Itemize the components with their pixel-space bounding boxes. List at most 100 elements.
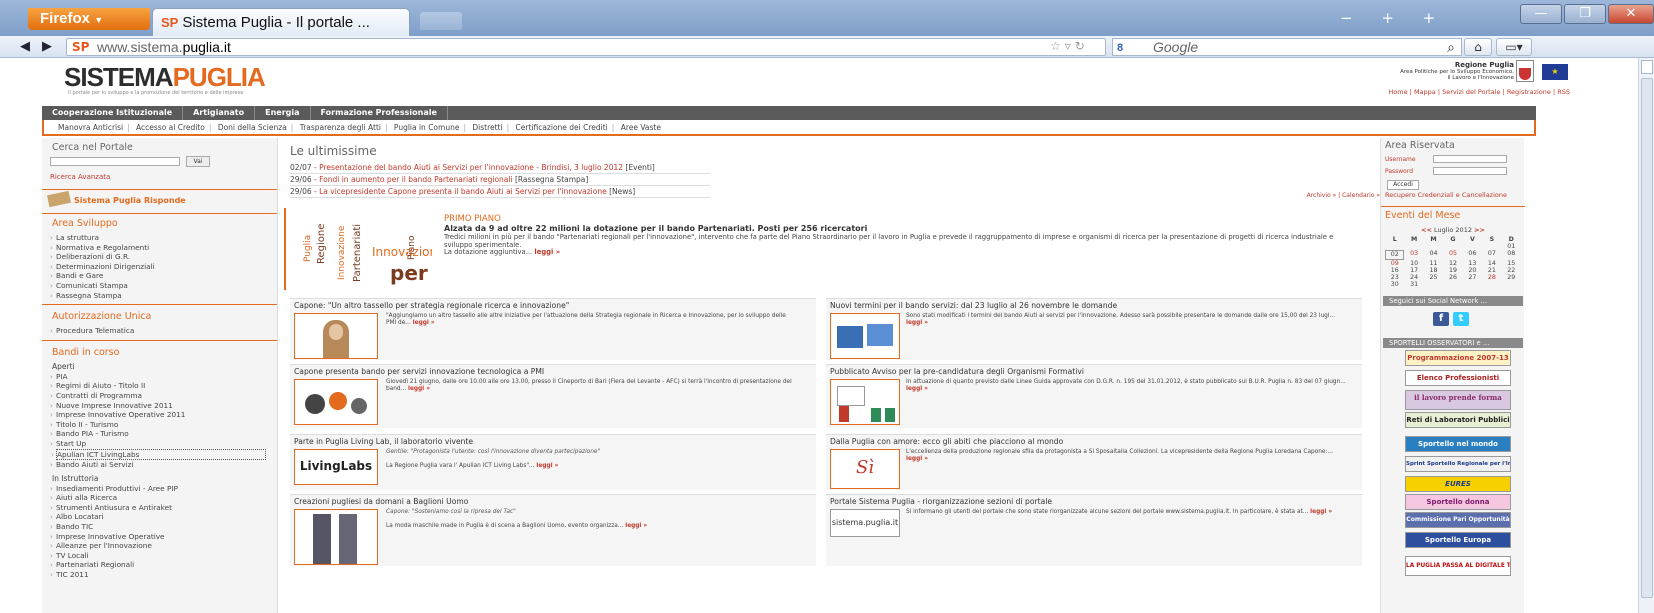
home-button[interactable]: ⌂ <box>1464 38 1492 56</box>
sidebar-item[interactable]: TIC 2011 <box>50 570 277 580</box>
search-go-button[interactable]: Vai <box>186 156 210 167</box>
archivio-calendario-links[interactable]: Archivio » | Calendario » <box>1307 192 1380 199</box>
card-title[interactable]: Nuovi termini per il bando servizi: dal … <box>830 301 1117 310</box>
cal-day[interactable]: 26 <box>1443 274 1462 281</box>
cal-day[interactable]: 16 <box>1385 267 1404 274</box>
sidebar-item[interactable]: Imprese Innovative Operative 2011 <box>50 410 277 420</box>
sidebar-item[interactable]: Imprese Innovative Operative <box>50 532 277 542</box>
menu-distretti[interactable]: Distretti <box>472 123 502 132</box>
card-title[interactable]: Capone: "Un altro tassello per strategia… <box>294 301 569 310</box>
cal-day[interactable]: 14 <box>1482 260 1501 267</box>
cal-day[interactable]: 21 <box>1482 267 1501 274</box>
leggi-link[interactable]: leggi » <box>906 386 928 392</box>
puzzle-icon[interactable] <box>830 313 900 359</box>
cal-day[interactable]: 10 <box>1404 260 1423 267</box>
primo-piano-headline[interactable]: Alzata da 9 ad oltre 22 milioni la dotaz… <box>444 224 867 233</box>
cal-day[interactable]: 11 <box>1424 260 1443 267</box>
twitter-icon[interactable]: t <box>1453 312 1469 326</box>
vertical-scrollbar[interactable] <box>1638 58 1654 613</box>
toplink-mappa[interactable]: Mappa <box>1414 88 1436 96</box>
si-sposa-logo[interactable]: Sì <box>830 449 900 489</box>
menu-trasparenza[interactable]: Trasparenza degli Atti <box>300 123 381 132</box>
sistema-puglia-logo[interactable]: sistema.puglia.it <box>830 509 900 537</box>
portal-search-input[interactable] <box>50 157 180 166</box>
card-title[interactable]: Parte in Puglia Living Lab, il laborator… <box>294 437 473 446</box>
sidebar-item[interactable]: Bando PIA - Turismo <box>50 429 277 439</box>
banner-pari-opportunita[interactable]: Commissione Pari Opportunità <box>1405 512 1511 528</box>
banner-il-lavoro[interactable]: il lavoro prende forma <box>1405 390 1511 410</box>
cal-day[interactable]: 08 <box>1502 250 1521 259</box>
sidebar-item[interactable]: Comunicati Stampa <box>50 281 277 291</box>
cal-day[interactable]: 03 <box>1404 250 1423 259</box>
menu-puglia-comune[interactable]: Puglia in Comune <box>394 123 460 132</box>
cal-day[interactable]: 20 <box>1463 267 1482 274</box>
news-item[interactable]: 29/06 - Fondi in aumento per il bando Pa… <box>290 174 710 186</box>
forward-icon[interactable]: ▶ <box>42 39 52 54</box>
sidebar-item[interactable]: Normativa e Regolamenti <box>50 243 277 253</box>
cal-day[interactable]: 22 <box>1502 267 1521 274</box>
sidebar-item[interactable]: Partenariati Regionali <box>50 560 277 570</box>
cal-day[interactable]: 07 <box>1482 250 1501 259</box>
accedi-button[interactable]: Accedi <box>1387 180 1419 190</box>
portrait-photo[interactable] <box>294 313 378 359</box>
word-cloud-image[interactable]: Puglia Regione Innovazione Partenariati … <box>300 216 432 286</box>
menu-doni[interactable]: Doni della Scienza <box>218 123 287 132</box>
risponde-link[interactable]: Sistema Puglia Risponde <box>46 190 277 208</box>
sidebar-item[interactable]: Albo Locatari <box>50 512 277 522</box>
leggi-link[interactable]: leggi » <box>413 320 435 326</box>
sidebar-item[interactable]: Procedura Telematica <box>50 326 277 336</box>
cal-day[interactable]: 15 <box>1502 260 1521 267</box>
banner-reti-laboratori[interactable]: Reti di Laboratori Pubblici <box>1405 412 1511 428</box>
sidebar-item[interactable]: Insediamenti Produttivi - Aree PIP <box>50 484 277 494</box>
card-title[interactable]: Dalla Puglia con amore: ecco gli abiti c… <box>830 437 1063 446</box>
cal-day[interactable]: 02 <box>1385 250 1405 260</box>
teacher-icon[interactable] <box>830 379 900 425</box>
cal-day[interactable]: 29 <box>1502 274 1521 281</box>
sidebar-item[interactable]: Bando Aiuti ai Servizi <box>50 460 277 470</box>
cal-day[interactable]: 12 <box>1443 260 1462 267</box>
sidebar-item[interactable]: Regimi di Aiuto - Titolo II <box>50 381 277 391</box>
sidebar-item[interactable]: PIA <box>50 372 277 382</box>
sidebar-item[interactable]: Bando TIC <box>50 522 277 532</box>
menu-accesso[interactable]: Accesso al Credito <box>136 123 205 132</box>
search-icon[interactable]: ⌕ <box>1447 39 1455 55</box>
cal-day[interactable]: 17 <box>1404 267 1423 274</box>
facebook-icon[interactable]: f <box>1433 312 1449 326</box>
sidebar-item[interactable]: Deliberazioni di G.R. <box>50 252 277 262</box>
menu-certificazione[interactable]: Certificazione dei Crediti <box>516 123 608 132</box>
sidebar-item[interactable]: TV Locali <box>50 551 277 561</box>
toplink-home[interactable]: Home <box>1388 88 1407 96</box>
cal-day[interactable]: 04 <box>1424 250 1443 259</box>
gears-icon[interactable] <box>294 379 378 425</box>
card-title[interactable]: Capone presenta bando per servizi innova… <box>294 367 544 376</box>
cal-day[interactable]: 31 <box>1404 281 1423 288</box>
cal-day[interactable]: 24 <box>1404 274 1423 281</box>
banner-sportello-mondo[interactable]: Sportello nel mondo <box>1405 436 1511 452</box>
cal-day[interactable]: 23 <box>1385 274 1404 281</box>
cal-prev-button[interactable]: << <box>1421 226 1432 234</box>
sidebar-item[interactable]: Nuove Imprese Innovative 2011 <box>50 401 277 411</box>
cal-day[interactable]: 25 <box>1424 274 1443 281</box>
firefox-menu-button[interactable]: Firefox ▼ <box>28 8 150 30</box>
sidebar-item[interactable]: Bandi e Gare <box>50 271 277 281</box>
new-tab-button[interactable] <box>420 12 462 30</box>
cal-day[interactable]: 18 <box>1424 267 1443 274</box>
cal-day[interactable]: 28 <box>1482 274 1501 281</box>
menu-aree-vaste[interactable]: Aree Vaste <box>621 123 661 132</box>
url-input[interactable]: www.sistema.puglia.it <box>66 38 1106 56</box>
leggi-link[interactable]: leggi » <box>906 456 928 462</box>
leggi-link[interactable]: leggi » <box>534 248 560 256</box>
back-icon[interactable]: ◀ <box>20 39 30 54</box>
sidebar-item[interactable]: Aiuti alla Ricerca <box>50 493 277 503</box>
close-window-button[interactable]: ✕ <box>1608 4 1654 24</box>
sidebar-item[interactable]: Start Up <box>50 439 277 449</box>
menu-artigianato[interactable]: Artigianato <box>183 106 256 120</box>
banner-sportello-europa[interactable]: Sportello Europa <box>1405 532 1511 548</box>
menu-formazione[interactable]: Formazione Professionale <box>311 106 448 120</box>
tab-tools[interactable]: − + + <box>1340 9 1447 27</box>
cal-day[interactable]: 13 <box>1463 260 1482 267</box>
search-input[interactable]: 8 Google ⌕ <box>1112 38 1462 56</box>
banner-sprint[interactable]: Sprint Sportello Regionale per l'Interna… <box>1405 456 1511 472</box>
rss-link[interactable]: RSS <box>1557 88 1570 96</box>
sidebar-item-focused[interactable]: Apulian ICT LivingLabs <box>51 448 266 461</box>
